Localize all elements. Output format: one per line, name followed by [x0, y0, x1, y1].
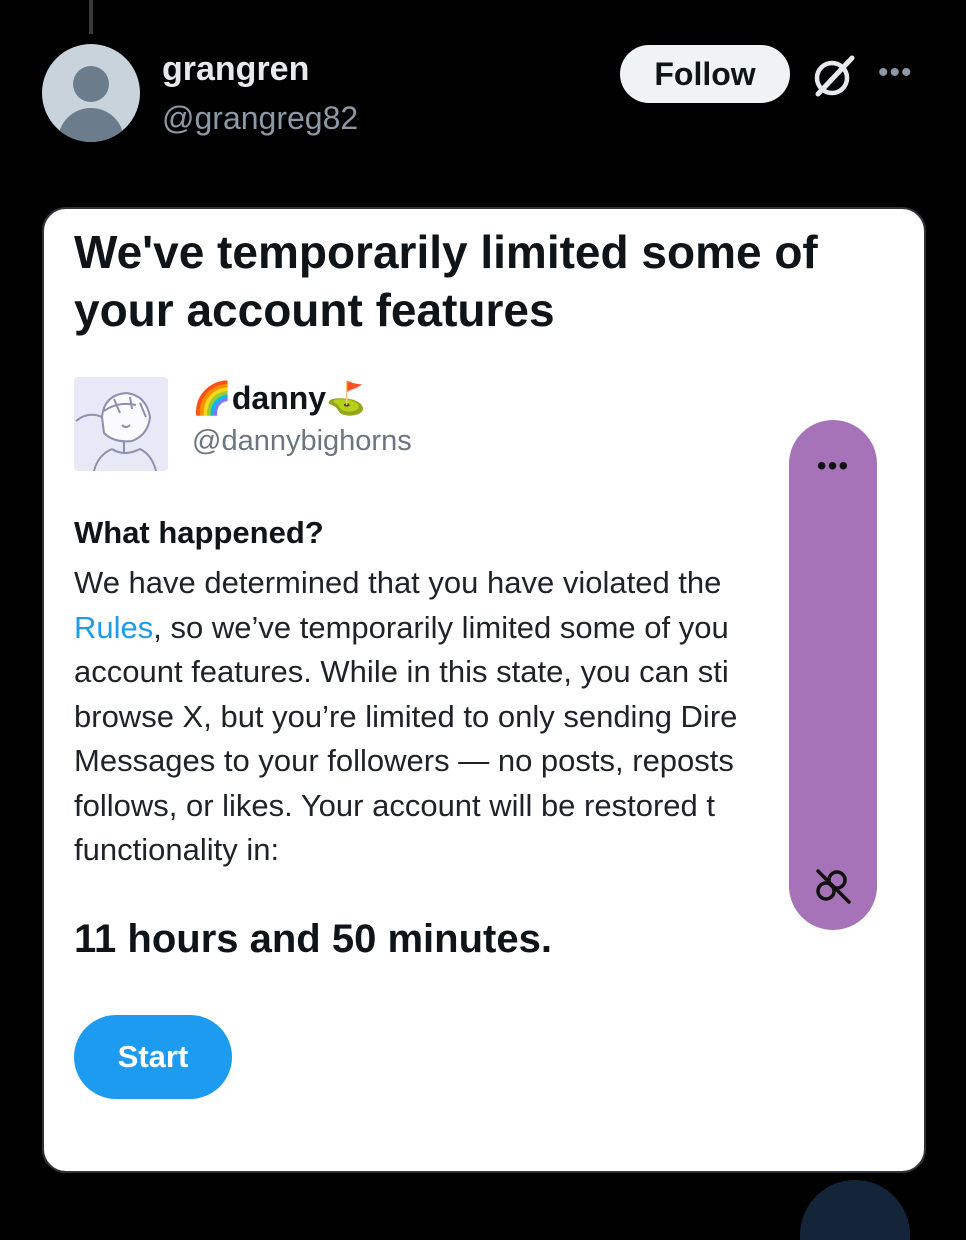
user-display-name: 🌈danny⛳ [192, 379, 366, 417]
follow-button[interactable]: Follow [620, 45, 790, 103]
avatar-body [58, 108, 124, 142]
user-avatar [74, 377, 168, 471]
thread-connector-line [89, 0, 93, 34]
body-line: follows, or likes. Your account will be … [74, 787, 715, 823]
body-line: Messages to your followers — no posts, r… [74, 743, 734, 778]
body-line: Rules, so we’ve temporarily limited some… [74, 609, 729, 645]
body-line: account features. While in this state, y… [74, 654, 729, 689]
rules-link[interactable]: Rules [74, 610, 153, 645]
user-name-text: danny [231, 380, 327, 416]
card-title: We've temporarily limited some of your a… [74, 226, 818, 336]
author-handle[interactable]: @grangreg82 [162, 100, 358, 137]
user-handle: @dannybighorns [192, 425, 412, 457]
body-line: browse X, but you’re limited to only sen… [74, 698, 738, 734]
disabled-link-icon[interactable] [813, 866, 853, 906]
body-line: We have determined that you have violate… [74, 565, 722, 600]
rainbow-emoji: 🌈 [192, 380, 232, 416]
start-button[interactable]: Start [74, 1015, 232, 1099]
golf-flag-emoji: ⛳ [326, 380, 366, 416]
restriction-countdown: 11 hours and 50 minutes. [74, 917, 552, 961]
floating-toolbar[interactable]: ••• [789, 420, 877, 930]
violation-explanation: We have determined that you have violate… [74, 561, 786, 873]
more-options-icon[interactable]: ••• [878, 58, 922, 88]
sketch-avatar-illustration [74, 377, 168, 471]
grok-icon[interactable] [808, 50, 860, 102]
what-happened-heading: What happened? [74, 515, 324, 550]
toolbar-more-icon[interactable]: ••• [789, 452, 877, 480]
author-avatar[interactable] [42, 44, 140, 142]
avatar-head [73, 66, 109, 102]
body-line: functionality in: [74, 832, 280, 867]
floating-action-button-edge[interactable] [800, 1180, 910, 1240]
author-display-name[interactable]: grangren [162, 50, 309, 89]
